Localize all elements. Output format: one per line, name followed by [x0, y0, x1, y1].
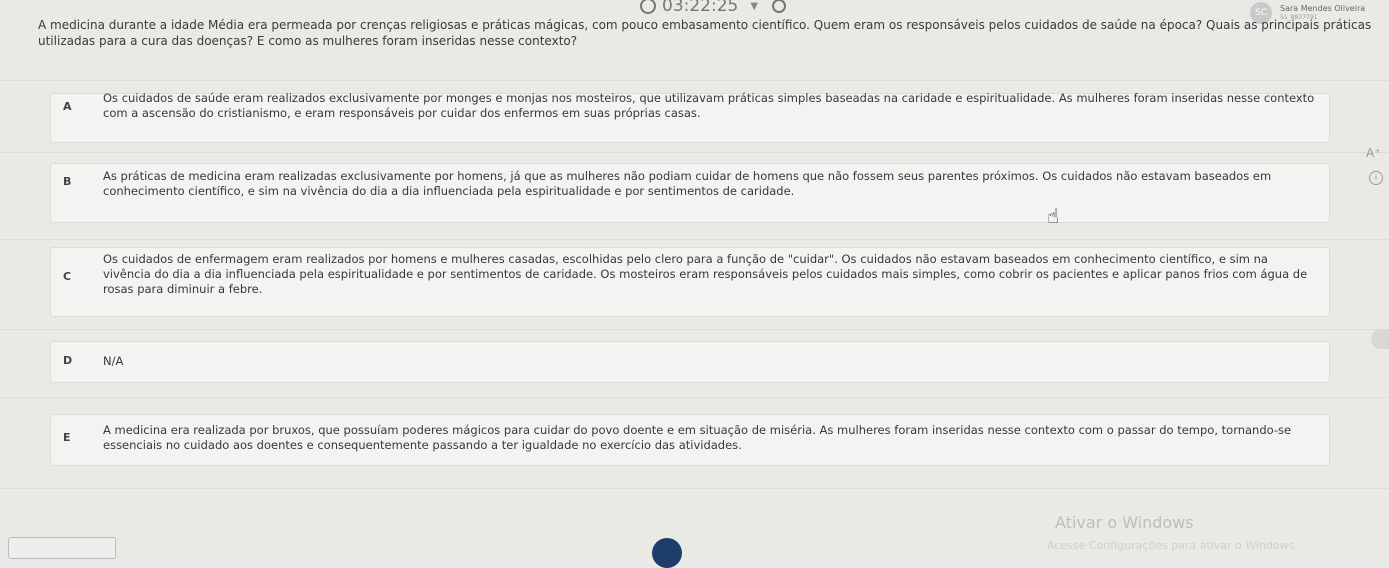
- clock-icon: [640, 0, 656, 14]
- option-e[interactable]: E A medicina era realizada por bruxos, q…: [50, 414, 1330, 466]
- option-text: As práticas de medicina eram realizadas …: [103, 169, 1272, 198]
- bottom-center-button[interactable]: [652, 538, 682, 568]
- exam-timer: 03:22:25 ▼: [640, 0, 787, 16]
- side-panel-handle[interactable]: [1371, 329, 1389, 349]
- option-text: A medicina era realizada por bruxos, que…: [103, 423, 1292, 452]
- divider: [0, 397, 1389, 398]
- bottom-left-box[interactable]: [8, 537, 116, 559]
- circle-icon[interactable]: [772, 0, 787, 13]
- divider: [0, 152, 1389, 153]
- user-name: Sara Mendes Oliveira: [1280, 4, 1366, 13]
- hand-cursor-icon: ☝: [1047, 204, 1060, 228]
- option-letter: C: [63, 270, 72, 283]
- windows-activation-subtitle: Acesse Configurações para ativar o Windo…: [1047, 539, 1298, 552]
- divider: [0, 239, 1389, 240]
- option-letter: A: [63, 100, 72, 113]
- option-d[interactable]: D N/A: [50, 341, 1330, 383]
- divider: [0, 329, 1389, 330]
- option-a[interactable]: A Os cuidados de saúde eram realizados e…: [50, 91, 1330, 143]
- option-letter: D: [63, 354, 73, 367]
- question-text: A medicina durante a idade Média era per…: [38, 18, 1372, 48]
- option-text: Os cuidados de saúde eram realizados exc…: [103, 91, 1315, 120]
- windows-activation-title: Ativar o Windows: [1055, 513, 1194, 532]
- top-bar: 03:22:25 ▼ SC Sara Mendes Oliveira 51_88…: [0, 0, 1389, 24]
- option-text: N/A: [103, 354, 124, 368]
- chevron-down-icon[interactable]: ▼: [750, 1, 758, 12]
- option-letter: B: [63, 175, 72, 188]
- divider: [0, 488, 1389, 489]
- font-increase-button[interactable]: A⁺: [1366, 146, 1381, 160]
- option-letter: E: [63, 431, 71, 444]
- timer-value: 03:22:25: [662, 0, 739, 16]
- option-b[interactable]: B As práticas de medicina eram realizada…: [50, 163, 1330, 223]
- option-text: Os cuidados de enfermagem eram realizado…: [103, 252, 1308, 296]
- divider: [0, 80, 1389, 81]
- info-icon[interactable]: i: [1369, 171, 1383, 185]
- option-c[interactable]: C Os cuidados de enfermagem eram realiza…: [50, 247, 1330, 317]
